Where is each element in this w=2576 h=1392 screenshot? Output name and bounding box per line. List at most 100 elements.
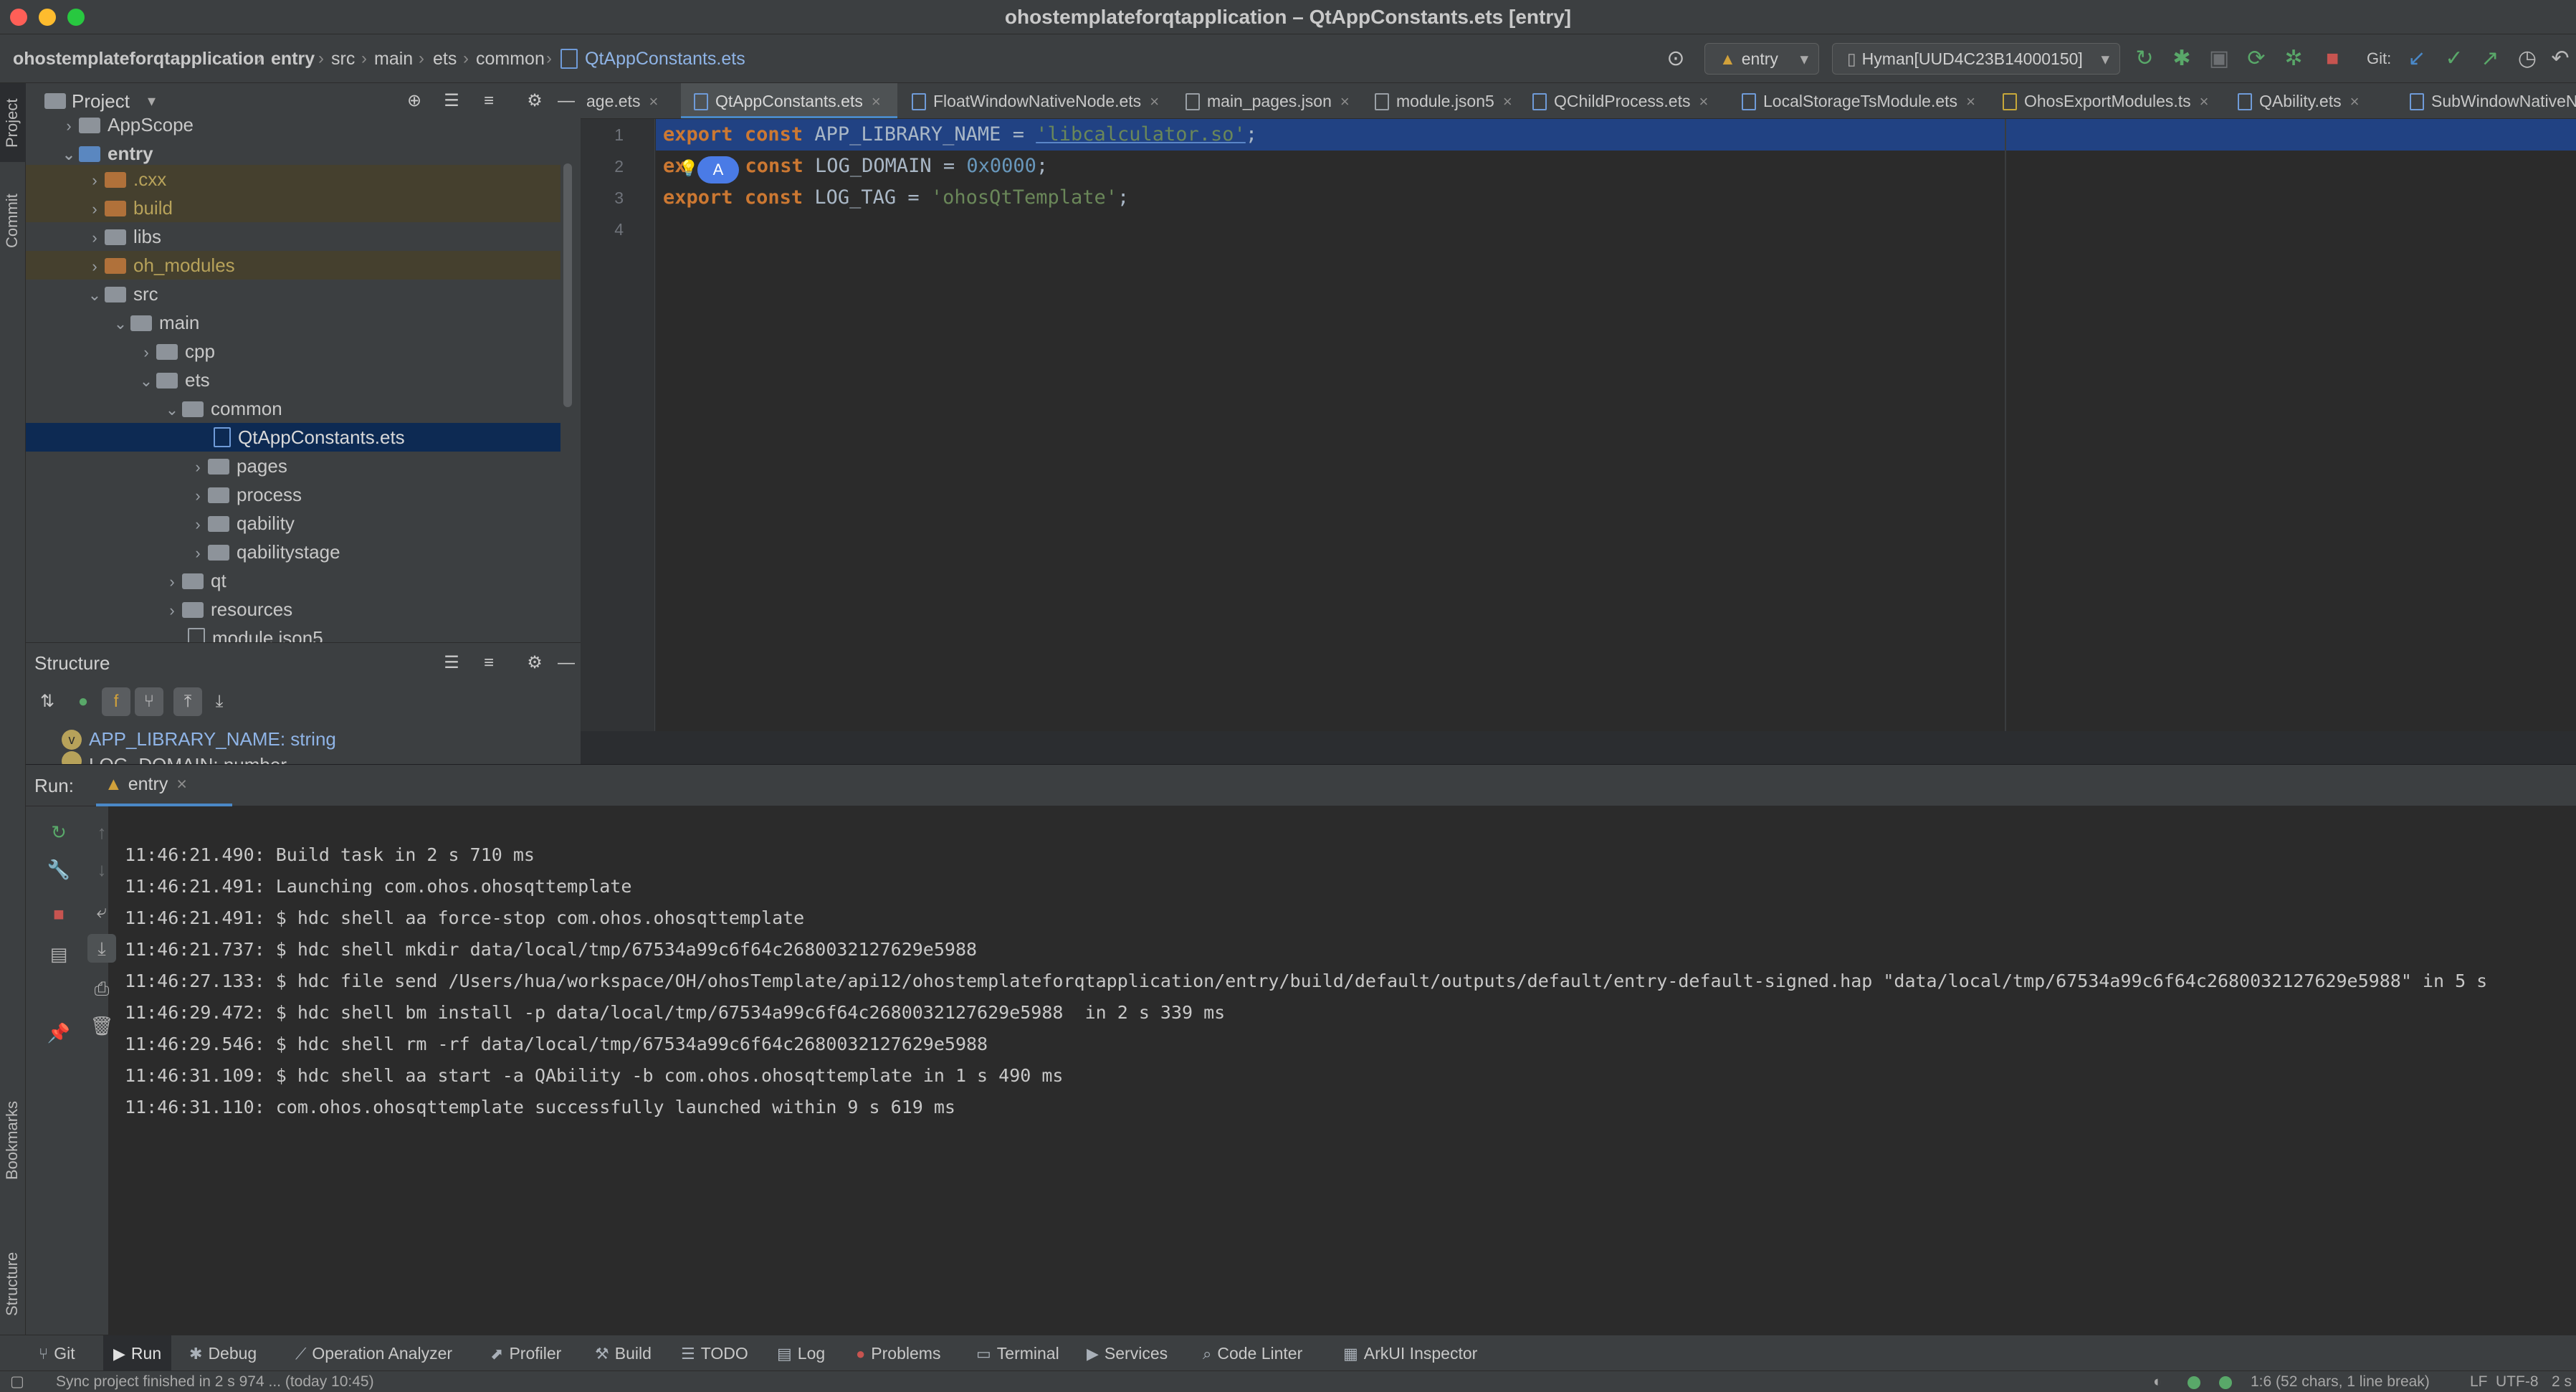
debug-bug-icon[interactable]: ✱: [2169, 46, 2195, 72]
rerun-icon[interactable]: ↻: [44, 818, 73, 847]
trash-icon[interactable]: 🗑: [87, 1011, 116, 1040]
tab-qability[interactable]: QAbility.ets ×: [2226, 83, 2395, 118]
collapse-all-icon[interactable]: ≡: [474, 87, 503, 115]
status-indicator-green[interactable]: [2219, 1376, 2232, 1389]
rerun-icon[interactable]: ⟳: [2243, 46, 2269, 72]
autoscroll-from-source-icon[interactable]: ⤓: [205, 687, 234, 716]
tool-todo[interactable]: ☰ TODO: [681, 1335, 748, 1371]
code-line[interactable]: export const APP_LIBRARY_NAME = 'libcalc…: [663, 119, 1257, 151]
tree-scrollbar[interactable]: [563, 163, 572, 407]
tool-run[interactable]: ▶ Run: [103, 1335, 172, 1371]
gear-icon[interactable]: ⚙: [520, 87, 549, 115]
tree-item-main[interactable]: ⌄ main: [110, 308, 200, 337]
tree-item-qability[interactable]: › qability: [188, 509, 295, 538]
target-icon[interactable]: ⊙: [1663, 46, 1689, 72]
layout-toggle-icon[interactable]: ▢: [10, 1371, 24, 1392]
run-tab-entry[interactable]: ▲ entry ×: [96, 765, 232, 806]
tab-ohosexportmodules[interactable]: OhosExportModules.ts ×: [1991, 83, 2228, 118]
tab-localstoragetsmodule[interactable]: LocalStorageTsModule.ets ×: [1730, 83, 1995, 118]
tree-item-pages[interactable]: › pages: [188, 452, 287, 480]
ai-assistant-avatar[interactable]: A: [697, 156, 739, 183]
tree-item-qtappconstants[interactable]: QtAppConstants.ets: [214, 423, 405, 452]
tree-item-src[interactable]: ⌄ src: [85, 280, 158, 308]
caret-position[interactable]: 1:6 (52 chars, 1 line break): [2251, 1371, 2430, 1392]
tree-item-common[interactable]: ⌄ common: [162, 394, 282, 423]
expand-all-icon[interactable]: ☰: [437, 87, 466, 115]
stop-icon[interactable]: ■: [44, 900, 73, 928]
git-commit-icon[interactable]: ✓: [2441, 46, 2467, 72]
tab-page-ets[interactable]: age.ets ×: [586, 83, 675, 118]
autoscroll-to-source-icon[interactable]: ⤒: [173, 687, 202, 716]
lightbulb-icon[interactable]: 💡: [679, 159, 698, 178]
structure-tool-button[interactable]: Structure: [0, 1223, 26, 1323]
status-indicator-green[interactable]: [2188, 1376, 2200, 1389]
tree-item-qt[interactable]: › qt: [162, 566, 226, 595]
tool-code-linter[interactable]: ⌕ Code Linter: [1203, 1335, 1302, 1371]
tab-qchildprocess[interactable]: QChildProcess.ets ×: [1521, 83, 1743, 118]
soft-wrap-icon[interactable]: ⤶: [87, 897, 116, 925]
tool-debug[interactable]: ✱ Debug: [189, 1335, 257, 1371]
tree-item-libs[interactable]: › libs: [85, 222, 161, 251]
expand-all-icon[interactable]: ☰: [437, 649, 466, 677]
tool-profiler[interactable]: ⬈ Profiler: [490, 1335, 561, 1371]
tree-item-entry[interactable]: ⌄ entry: [59, 139, 153, 168]
hide-panel-icon[interactable]: —: [552, 87, 581, 115]
run-config-dropdown[interactable]: ▲ entry ▾: [1704, 43, 1819, 75]
profile-icon[interactable]: ✲: [2281, 46, 2307, 72]
tab-floatwindownativenode[interactable]: FloatWindowNativeNode.ets ×: [900, 83, 1180, 118]
attach-debugger-icon[interactable]: ▣: [2206, 46, 2232, 72]
close-icon[interactable]: ×: [1150, 92, 1159, 110]
close-icon[interactable]: ×: [872, 92, 881, 110]
tool-build[interactable]: ⚒ Build: [595, 1335, 652, 1371]
tool-git[interactable]: ⑂ Git: [39, 1335, 75, 1371]
history-icon[interactable]: ◷: [2514, 46, 2540, 72]
print-icon[interactable]: ⎙: [87, 974, 116, 1003]
pin-icon[interactable]: 📌: [44, 1019, 73, 1047]
status-message[interactable]: Sync project finished in 2 s 974 ... (to…: [56, 1371, 374, 1392]
tab-qtappconstants[interactable]: QtAppConstants.ets ×: [681, 83, 897, 118]
tab-module-json5[interactable]: module.json5 ×: [1363, 83, 1540, 118]
bookmarks-tool-button[interactable]: Bookmarks: [0, 1087, 26, 1187]
project-tool-button[interactable]: Project: [0, 83, 26, 162]
commit-tool-button[interactable]: Commit: [0, 183, 26, 262]
rollback-icon[interactable]: ↶: [2547, 46, 2573, 72]
close-icon[interactable]: ×: [2350, 92, 2360, 110]
device-dropdown[interactable]: ▯ Hyman[UUD4C23B14000150] ▾: [1832, 43, 2120, 75]
tree-item-module-json5[interactable]: module.json5: [188, 624, 323, 642]
layout-icon[interactable]: ▤: [44, 940, 73, 968]
show-properties-icon[interactable]: ●: [69, 687, 97, 716]
breadcrumb-project[interactable]: ohostemplateforqtapplication: [13, 34, 264, 83]
breadcrumb-src[interactable]: src: [331, 34, 355, 83]
tree-item-oh-modules[interactable]: › oh_modules: [85, 251, 234, 280]
hide-panel-icon[interactable]: —: [552, 649, 581, 677]
close-icon[interactable]: ×: [1966, 92, 1975, 110]
breadcrumb-entry[interactable]: entry: [271, 34, 315, 83]
close-icon[interactable]: ×: [649, 92, 658, 110]
collapse-all-icon[interactable]: ≡: [474, 649, 503, 677]
tool-log[interactable]: ▤ Log: [777, 1335, 825, 1371]
tool-services[interactable]: ▶ Services: [1087, 1335, 1168, 1371]
tab-main-pages-json[interactable]: main_pages.json ×: [1174, 83, 1389, 118]
gear-icon[interactable]: ⚙: [520, 649, 549, 677]
structure-item[interactable]: LOG_DOMAIN: number: [62, 750, 287, 765]
apply-changes-icon[interactable]: ↻: [2132, 46, 2157, 72]
git-update-icon[interactable]: ↙: [2404, 46, 2430, 72]
tree-item-resources[interactable]: › resources: [162, 595, 292, 624]
power-save-icon[interactable]: ◐: [2153, 1371, 2162, 1392]
tool-arkui-inspector[interactable]: ▦ ArkUI Inspector: [1343, 1335, 1477, 1371]
scroll-up-icon[interactable]: ↑: [87, 818, 116, 847]
indent-setting[interactable]: 2 s: [2552, 1371, 2576, 1392]
breadcrumb-ets[interactable]: ets: [433, 34, 457, 83]
close-icon[interactable]: ×: [1699, 92, 1708, 110]
locate-file-icon[interactable]: ⊕: [400, 87, 429, 115]
tab-subwindownativenode[interactable]: SubWindowNativeNode: [2398, 83, 2576, 118]
tool-operation-analyzer[interactable]: ⟋ Operation Analyzer: [295, 1335, 452, 1371]
wrench-icon[interactable]: 🔧: [44, 855, 73, 884]
structure-item[interactable]: v APP_LIBRARY_NAME: string: [62, 725, 336, 753]
scroll-down-icon[interactable]: ↓: [87, 855, 116, 884]
show-inherited-icon[interactable]: ⑂: [135, 687, 163, 716]
scroll-to-end-icon[interactable]: ⤓: [87, 934, 116, 963]
close-icon[interactable]: ×: [1340, 92, 1350, 110]
tree-item-cpp[interactable]: › cpp: [136, 337, 215, 366]
tree-item-appscope[interactable]: › AppScope: [59, 110, 194, 139]
